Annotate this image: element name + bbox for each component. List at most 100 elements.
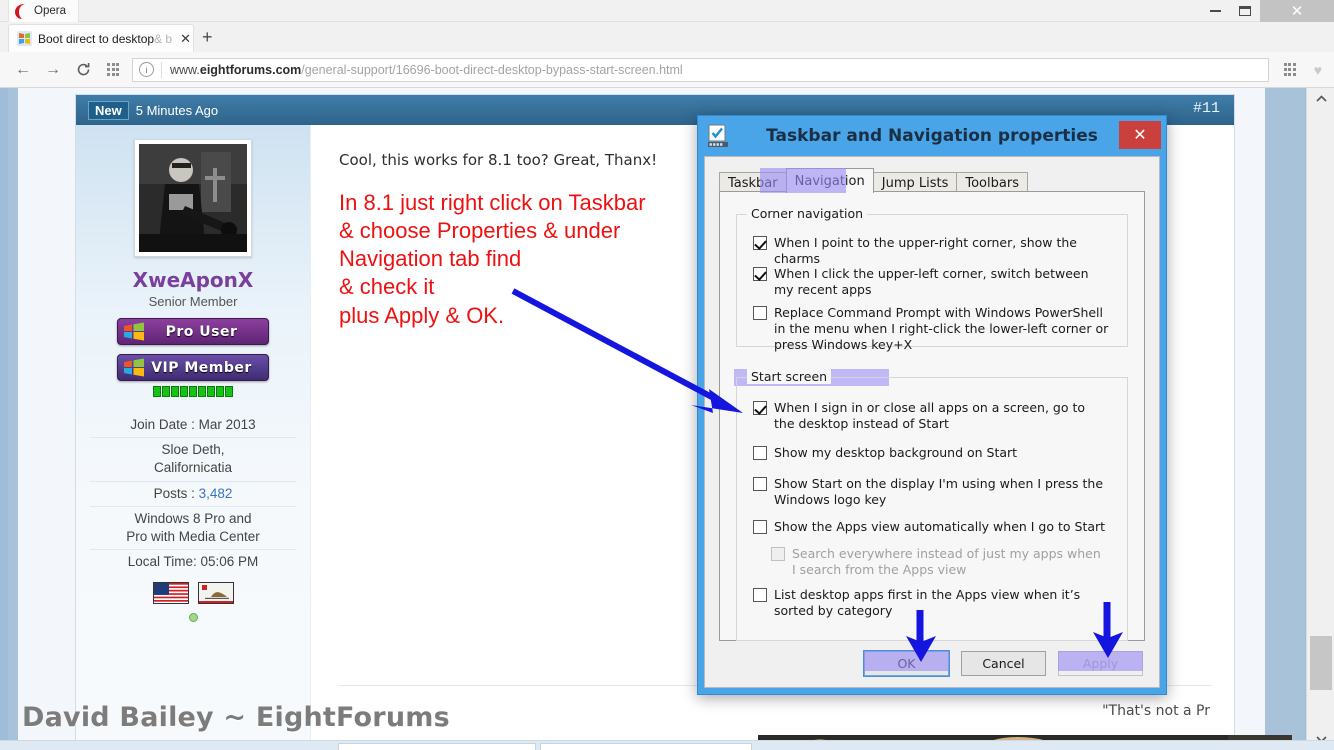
username[interactable]: XweAponX	[76, 268, 310, 292]
scroll-up-arrow-icon[interactable]	[1307, 88, 1334, 110]
taskbar-strip	[0, 740, 1334, 750]
window-control-buttons: ✕	[1200, 0, 1334, 22]
apply-button-label: Apply	[1082, 656, 1119, 671]
browser-tab-title: Boot direct to desktop& b	[38, 32, 172, 46]
user-stat-posts: Posts : 3,482	[90, 480, 296, 506]
reload-button[interactable]	[68, 55, 98, 85]
user-stat-os: Windows 8 Pro and Pro with Media Center	[90, 505, 296, 549]
checkbox-show-start-on-display[interactable]	[753, 477, 767, 491]
checkbox-row-show-start-on-display[interactable]: Show Start on the display I'm using when…	[753, 476, 1107, 508]
checkbox-label: Search everywhere instead of just my app…	[792, 546, 1101, 577]
checkbox-upper-left-switch-apps[interactable]	[753, 267, 767, 281]
start-screen-legend: Start screen	[747, 369, 832, 384]
dialog-tab-label: Jump Lists	[881, 175, 949, 191]
speed-dial-icon[interactable]	[98, 55, 128, 85]
minimize-button[interactable]	[1200, 0, 1230, 22]
taskbar-properties-icon	[706, 123, 732, 149]
user-stat-join-date: Join Date : Mar 2013	[130, 417, 256, 432]
close-icon: ✕	[1133, 127, 1147, 144]
online-status-indicator	[188, 612, 198, 622]
dialog-close-button[interactable]: ✕	[1119, 121, 1161, 149]
dialog-button-row: OK Cancel Apply	[863, 650, 1143, 677]
checkbox-row-desktop-background-on-start[interactable]: Show my desktop background on Start	[753, 445, 1107, 461]
address-bar[interactable]: i www.eightforums.com/general-support/16…	[132, 57, 1269, 82]
site-favicon-icon	[17, 31, 32, 46]
start-screen-group: Start screen When I sign in or close all…	[736, 369, 1128, 641]
posts-count[interactable]: 3,482	[199, 486, 233, 501]
forward-button[interactable]: →	[38, 55, 68, 85]
url-prefix: www.	[170, 62, 200, 77]
browser-tab-active[interactable]: Boot direct to desktop& b ✕	[8, 24, 194, 52]
checkbox-upper-right-charms[interactable]	[753, 236, 767, 250]
opera-app-name: Opera	[34, 5, 66, 17]
post-number[interactable]: #11	[1193, 100, 1220, 117]
checkbox-list-desktop-apps-first[interactable]	[753, 588, 767, 602]
user-stats: Join Date : Mar 2013 Sloe Deth, Californi…	[76, 413, 310, 575]
checkbox-label: When I click the upper-left corner, swit…	[774, 266, 1089, 297]
window-titlebar: Opera ✕	[0, 0, 1334, 22]
dialog-tab-bar: Taskbar Navigation Jump Lists Toolbars	[719, 168, 1028, 193]
corner-navigation-legend: Corner navigation	[747, 206, 868, 221]
checkbox-row-show-apps-view-automatically[interactable]: Show the Apps view automatically when I …	[753, 519, 1107, 535]
checkbox-desktop-background-on-start[interactable]	[753, 446, 767, 460]
badge-vip-member: VIP Member	[117, 354, 269, 381]
opera-logo-icon	[15, 3, 28, 19]
maximize-button[interactable]	[1230, 0, 1260, 22]
checkbox-label: Replace Command Prompt with Windows Powe…	[774, 305, 1109, 352]
dialog-tab-toolbars[interactable]: Toolbars	[956, 172, 1028, 193]
avatar[interactable]	[139, 144, 247, 252]
windows-logo-icon	[123, 358, 145, 377]
signature-quote: "That's not a Pr	[1102, 703, 1210, 719]
checkbox-signin-go-to-desktop[interactable]	[753, 401, 767, 415]
navigation-tab-panel: Corner navigation When I point to the up…	[719, 191, 1145, 641]
reputation-bar	[76, 386, 310, 397]
checkbox-row-upper-right-charms[interactable]: When I point to the upper-right corner, …	[753, 235, 1111, 267]
corner-navigation-group: Corner navigation When I point to the up…	[736, 206, 1128, 352]
tab-strip: Boot direct to desktop& b ✕ +	[0, 22, 1334, 52]
page-scrollbar[interactable]	[1306, 88, 1334, 750]
badge-pro-user: Pro User	[117, 318, 269, 345]
ok-button[interactable]: OK	[863, 650, 950, 677]
tab-title-overflow: & b	[154, 31, 173, 46]
checkbox-replace-cmd-powershell[interactable]	[753, 306, 767, 320]
post-user-panel: XweAponX Senior Member Pro User VIP Memb…	[76, 125, 311, 744]
dialog-tab-taskbar[interactable]: Taskbar	[719, 172, 787, 193]
checkbox-label: When I sign in or close all apps on a sc…	[774, 400, 1086, 431]
scrollbar-thumb[interactable]	[1310, 636, 1332, 690]
checkbox-row-list-desktop-apps-first[interactable]: List desktop apps first in the Apps view…	[753, 587, 1107, 619]
favorite-heart-icon[interactable]: ♥	[1314, 62, 1322, 78]
dialog-body: Taskbar Navigation Jump Lists Toolbars C…	[704, 156, 1160, 688]
dialog-titlebar[interactable]: Taskbar and Navigation properties ✕	[698, 116, 1166, 156]
new-tab-button[interactable]: +	[202, 28, 213, 46]
badge-pro-user-label: Pro User	[165, 323, 238, 340]
dialog-tab-navigation[interactable]: Navigation	[785, 168, 874, 193]
dialog-tab-jump-lists[interactable]: Jump Lists	[872, 172, 958, 193]
watermark-text: David Bailey ~ EightForums	[22, 702, 450, 733]
dialog-tab-label: Taskbar	[728, 175, 778, 191]
taskbar-item[interactable]	[540, 743, 752, 750]
toolbar-right-icons: ♥	[1275, 55, 1326, 85]
user-stat-local-time: Local Time: 05:06 PM	[90, 549, 296, 574]
close-icon: ✕	[1290, 2, 1304, 20]
site-info-icon[interactable]: i	[139, 62, 154, 77]
tab-close-icon[interactable]: ✕	[178, 32, 193, 45]
url-path: /general-support/16696-boot-direct-deskt…	[301, 62, 683, 77]
dialog-tab-label: Toolbars	[965, 175, 1019, 191]
url-divider	[161, 61, 162, 78]
back-button[interactable]: ←	[8, 55, 38, 85]
checkbox-label: When I point to the upper-right corner, …	[774, 235, 1077, 266]
close-window-button[interactable]: ✕	[1260, 0, 1334, 22]
extensions-icon[interactable]	[1275, 55, 1305, 85]
checkbox-row-signin-go-to-desktop[interactable]: When I sign in or close all apps on a sc…	[753, 400, 1107, 432]
taskbar-item[interactable]	[338, 743, 536, 750]
apply-button[interactable]: Apply	[1058, 651, 1143, 676]
checkbox-show-apps-view-automatically[interactable]	[753, 520, 767, 534]
new-badge: New	[88, 100, 129, 120]
us-flag-icon	[152, 581, 189, 604]
cancel-button[interactable]: Cancel	[961, 651, 1046, 676]
checkbox-row-upper-left-switch-apps[interactable]: When I click the upper-left corner, swit…	[753, 266, 1111, 298]
opera-app-badge[interactable]: Opera	[8, 0, 79, 22]
checkbox-row-replace-cmd-powershell[interactable]: Replace Command Prompt with Windows Powe…	[753, 305, 1111, 353]
dialog-title: Taskbar and Navigation properties	[766, 126, 1098, 146]
windows-logo-icon	[123, 322, 145, 341]
